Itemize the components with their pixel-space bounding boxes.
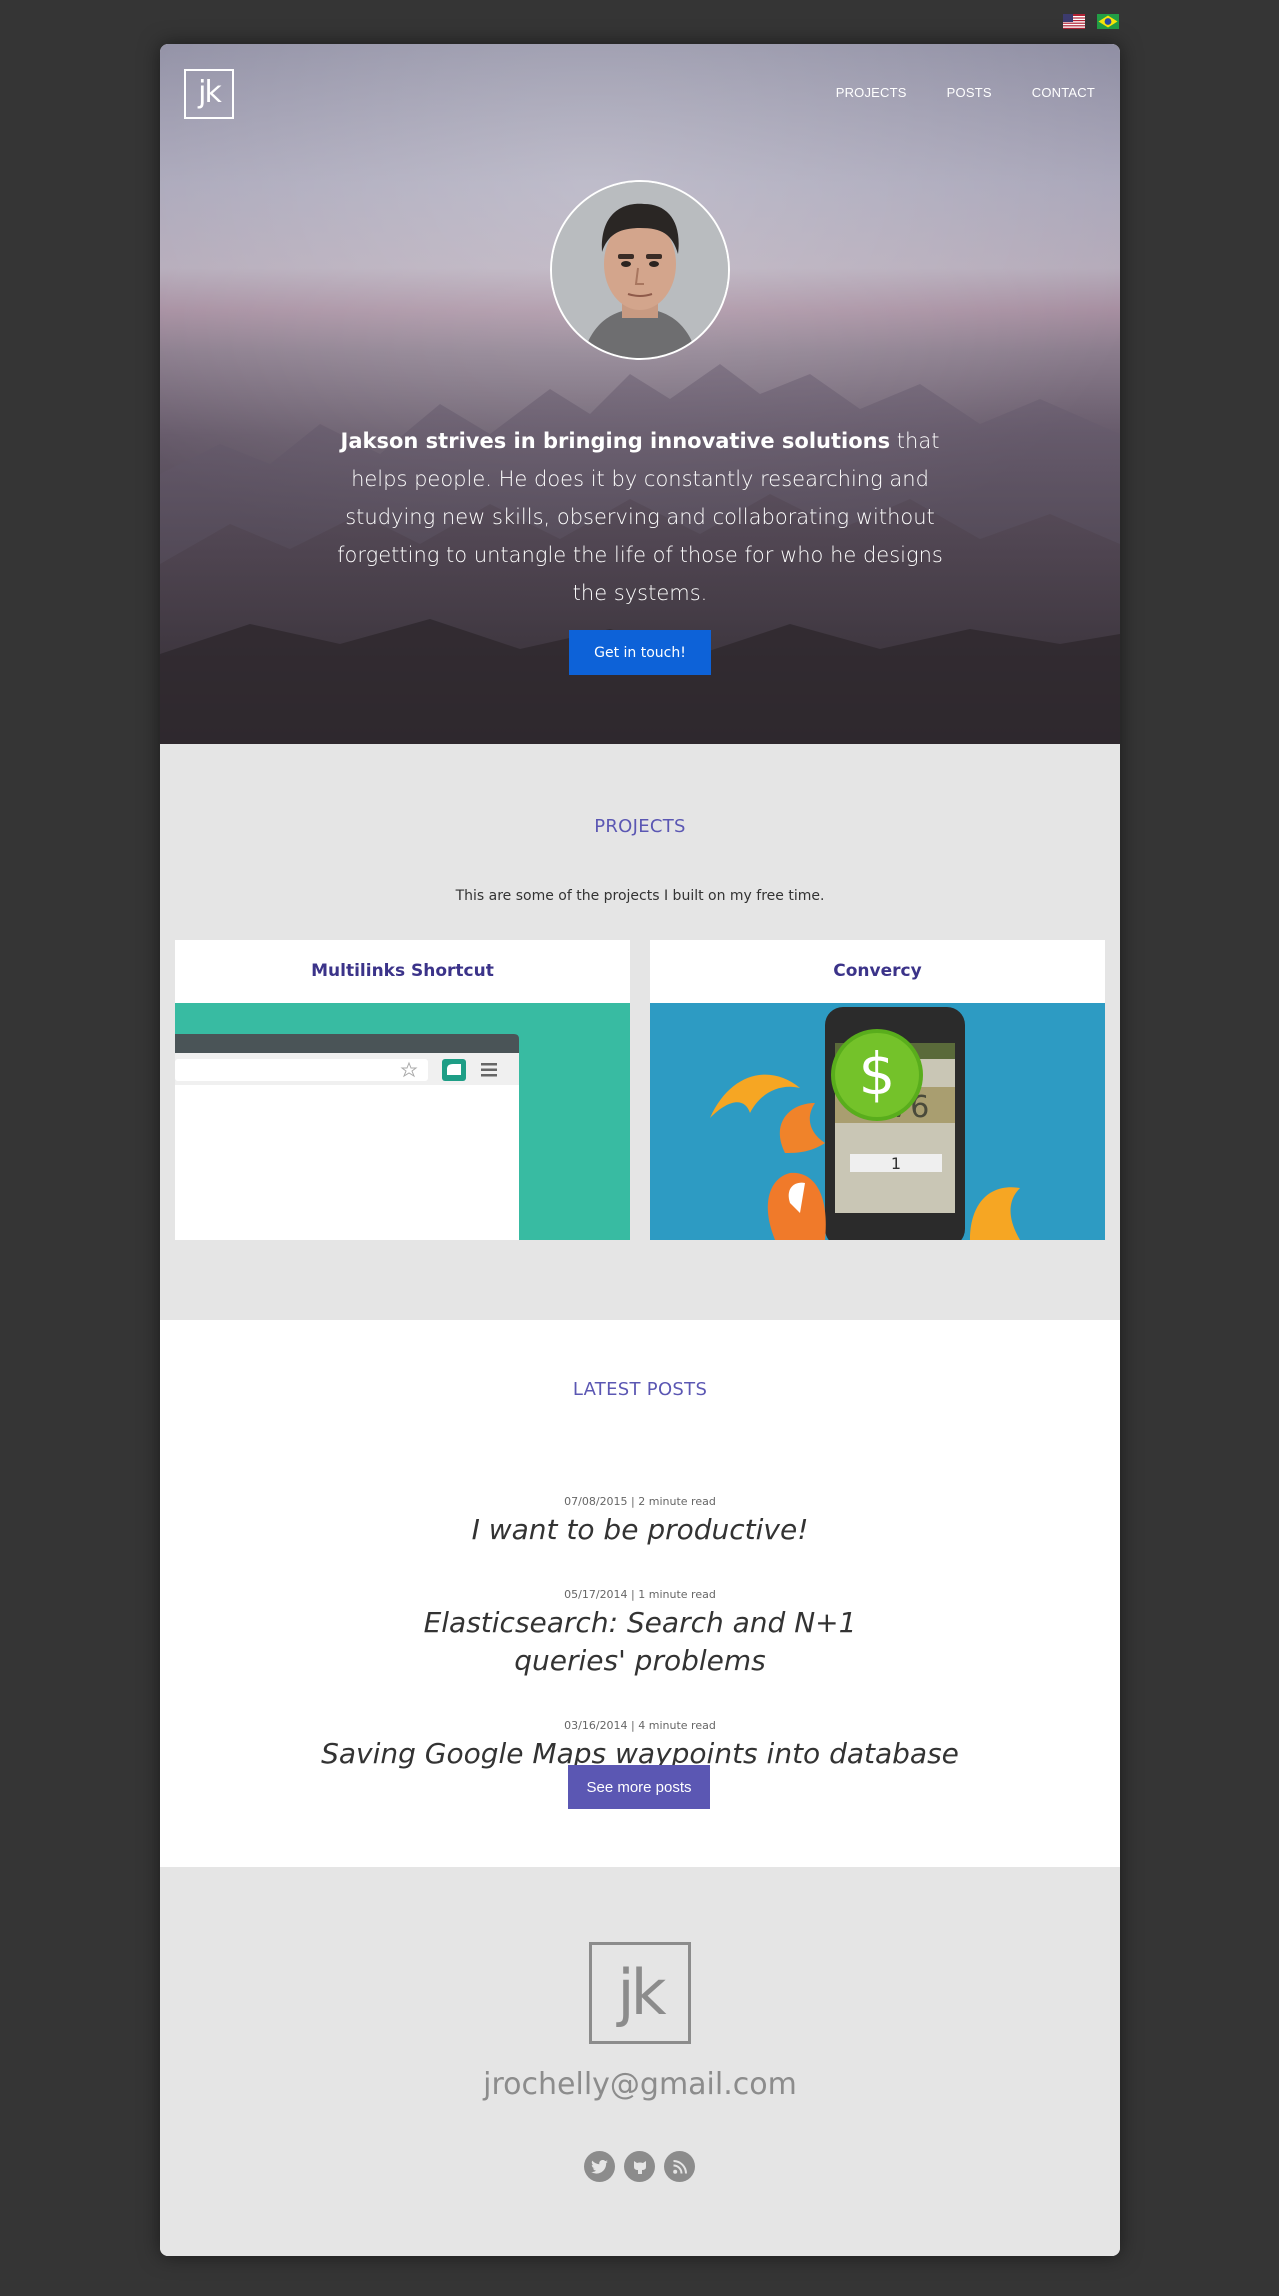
tagline-highlight: Jakson strives in bringing innovative so… [340,429,891,453]
contact-email[interactable]: jrochelly@gmail.com [160,2067,1120,2102]
site-logo[interactable]: jk [184,69,234,119]
dollar-icon: $ [859,1040,896,1108]
post-title[interactable]: I want to be productive! [290,1511,990,1549]
tagline-text: that helps people. He does it by constan… [337,429,943,605]
rss-icon[interactable] [664,2151,695,2182]
footer-section: jk jrochelly@gmail.com [160,1867,1120,2256]
project-title: Convercy [833,961,922,981]
project-card-convercy[interactable]: Convercy 0.76 1 [650,940,1105,1240]
project-title: Multilinks Shortcut [311,961,494,981]
language-switcher [1063,14,1119,29]
post-title[interactable]: Elasticsearch: Search and N+1 queries' p… [290,1604,990,1680]
projects-title: PROJECTS [594,816,686,837]
post-meta: 05/17/2014 | 1 minute read [564,1588,716,1601]
post-item[interactable]: 07/08/2015 | 2 minute read I want to be … [290,1495,990,1549]
project-image-multilinks [175,1003,630,1240]
nav-projects[interactable]: PROJECTS [836,85,907,100]
nav-posts[interactable]: POSTS [947,85,992,100]
projects-intro: This are some of the projects I built on… [455,888,825,904]
nav-contact[interactable]: CONTACT [1032,85,1095,100]
post-item[interactable]: 05/17/2014 | 1 minute read Elasticsearch… [290,1588,990,1680]
social-links [584,2151,695,2182]
projects-section: PROJECTS This are some of the projects I… [160,744,1120,1320]
post-meta: 03/16/2014 | 4 minute read [564,1719,716,1732]
page-container: jk PROJECTS POSTS CONTACT Jakson strives… [160,44,1120,2256]
footer-logo: jk [589,1942,691,2044]
post-meta: 07/08/2015 | 2 minute read [564,1495,716,1508]
twitter-icon[interactable] [584,2151,615,2182]
posts-section: LATEST POSTS 07/08/2015 | 2 minute read … [160,1320,1120,1867]
project-image-convercy: 0.76 1 $ [650,1003,1105,1240]
posts-title: LATEST POSTS [572,1379,708,1400]
main-nav: PROJECTS POSTS CONTACT [796,85,1095,100]
profile-avatar [550,180,730,360]
github-icon[interactable] [624,2151,655,2182]
profile-photo [552,182,728,358]
phone-input-label: 1 [891,1154,901,1173]
get-in-touch-button[interactable]: Get in touch! [569,630,711,675]
us-flag-icon[interactable] [1063,14,1085,29]
hero-tagline: Jakson strives in bringing innovative so… [330,422,950,612]
project-card-multilinks[interactable]: Multilinks Shortcut [175,940,630,1240]
hero-section: jk PROJECTS POSTS CONTACT Jakson strives… [160,44,1120,744]
brazil-flag-icon[interactable] [1097,14,1119,29]
see-more-posts-button[interactable]: See more posts [568,1765,710,1809]
